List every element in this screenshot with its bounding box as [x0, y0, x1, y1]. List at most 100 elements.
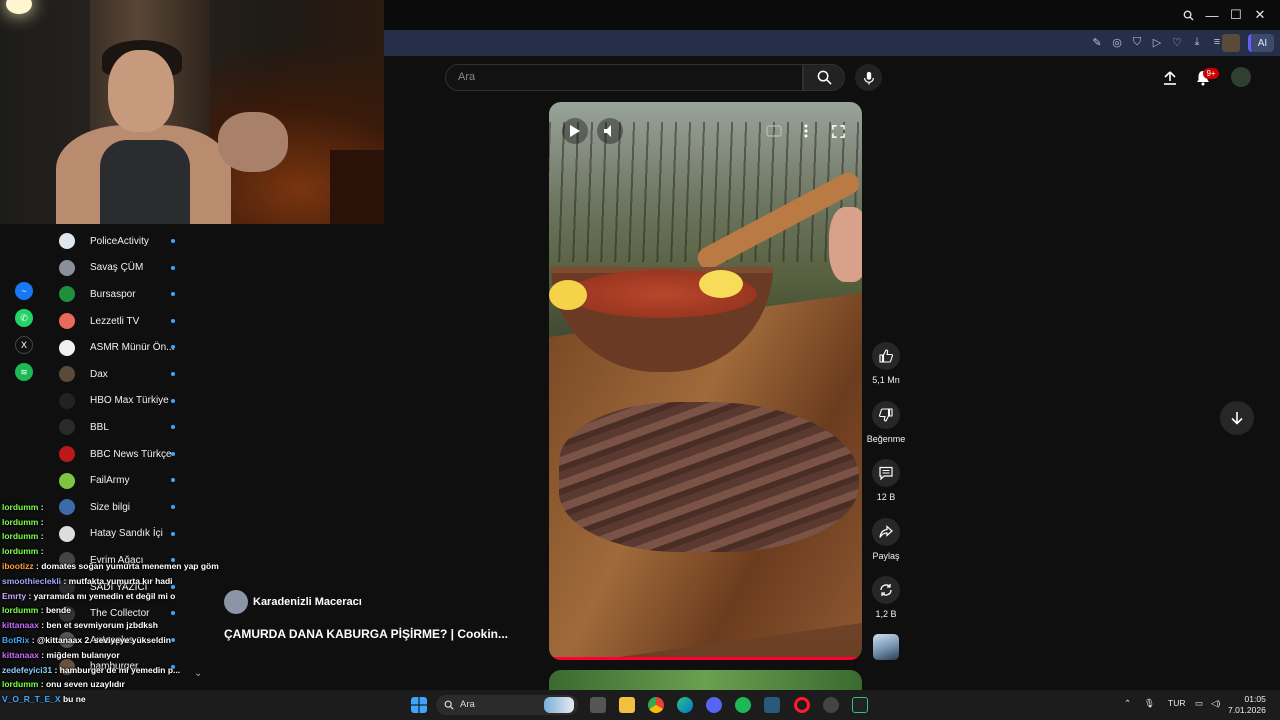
chat-username: lordumm [2, 679, 39, 690]
search-icon [444, 700, 454, 710]
browser-titlebar: — ☐ ✕ [384, 0, 1280, 30]
remix-button[interactable]: 1,2 B [866, 576, 906, 619]
subscription-name: Dax [90, 368, 108, 380]
like-button[interactable]: 5,1 Mn [866, 342, 906, 385]
chat-message: lordumm : [2, 529, 242, 544]
search-input[interactable]: Ara [445, 64, 803, 91]
extension-avatar[interactable] [1222, 34, 1240, 52]
play-button[interactable] [562, 118, 588, 144]
subscription-item[interactable]: HBO Max Türkiye [50, 388, 190, 415]
chat-message: lordumm : [2, 544, 242, 559]
subscription-name: PoliceActivity [90, 235, 149, 247]
account-avatar[interactable] [1231, 67, 1251, 87]
subscription-item[interactable]: Savaş ÇÜM [50, 255, 190, 282]
heart-icon[interactable]: ♡ [1170, 35, 1184, 49]
thumbs-up-icon [879, 349, 893, 363]
language-indicator[interactable]: TUR [1168, 698, 1185, 708]
thumbs-down-icon [879, 408, 893, 422]
chrome-icon[interactable] [648, 697, 664, 713]
volume-tray-icon[interactable]: ◁) [1211, 698, 1220, 709]
chat-text: : miğdem bulanıyor [41, 649, 120, 660]
next-video-button[interactable] [1220, 401, 1254, 435]
network-icon[interactable]: ▭ [1195, 698, 1203, 709]
remix-count: 1,2 B [875, 609, 897, 619]
task-view-icon[interactable] [590, 697, 606, 713]
whatsapp-icon[interactable]: ✆ [15, 309, 33, 327]
search-icon [817, 70, 832, 85]
shield-icon[interactable]: ⛉ [1130, 35, 1144, 49]
video-title[interactable]: ÇAMURDA DANA KABURGA PİŞİRME? | Cookin..… [224, 627, 508, 641]
maximize-button[interactable]: ☐ [1224, 0, 1248, 30]
channel-name[interactable]: Karadenizli Maceracı [253, 596, 362, 608]
volume-button[interactable] [597, 118, 623, 144]
dislike-button[interactable]: Beğenme [866, 401, 906, 444]
shorts-player[interactable] [549, 102, 862, 660]
camera-icon[interactable]: ◎ [1110, 35, 1124, 49]
search-button[interactable] [803, 64, 845, 91]
play-icon[interactable]: ▷ [1150, 35, 1164, 49]
progress-bar[interactable] [549, 657, 862, 660]
new-content-dot [171, 451, 175, 456]
tray-chevron-icon[interactable]: ⌃ [1124, 698, 1131, 709]
volume-icon [604, 125, 611, 137]
steam-icon[interactable] [764, 697, 780, 713]
voice-search-button[interactable] [855, 64, 882, 91]
microphone-tray-icon[interactable]: 🎙 [1144, 698, 1155, 709]
opera-icon[interactable] [794, 697, 810, 713]
comments-button[interactable]: 12 B [866, 459, 906, 502]
app-icon[interactable] [852, 697, 868, 713]
chat-text: : [40, 516, 44, 527]
channel-avatar [59, 286, 75, 303]
captions-icon[interactable] [761, 118, 787, 144]
edge-icon[interactable] [677, 697, 693, 713]
chat-username: kittanaax [2, 649, 39, 660]
share-button[interactable]: Paylaş [866, 518, 906, 561]
subscription-item[interactable]: BBL [50, 414, 190, 441]
subscription-name: BBL [90, 421, 109, 433]
upload-icon[interactable] [1162, 70, 1178, 86]
chat-message: kittanaax : miğdem bulanıyor [2, 648, 242, 663]
messenger-icon[interactable]: ~ [15, 282, 33, 300]
clock[interactable]: 01:05 7.01.2026 [1228, 694, 1266, 716]
chat-username: lordumm [2, 605, 39, 616]
ai-button[interactable]: AI [1248, 34, 1274, 52]
subscription-item[interactable]: Dax [50, 361, 190, 388]
subscription-item[interactable]: PoliceActivity [50, 228, 190, 255]
taskbar-search[interactable]: Ara [436, 695, 578, 715]
sidebar-app-strip: ~ ✆ X ≋ [10, 282, 38, 390]
spotify-icon[interactable] [735, 697, 751, 713]
subscription-item[interactable]: BBC News Türkçe [50, 441, 190, 468]
channel-avatar[interactable] [224, 590, 248, 614]
chat-username: smoothieclekli [2, 575, 62, 586]
spotify-icon[interactable]: ≋ [15, 363, 33, 381]
minimize-button[interactable]: — [1200, 0, 1224, 30]
chat-message: BotRix : @kittanaax 2. seviyeye yükseldi… [2, 633, 242, 648]
channel-avatar [59, 233, 75, 250]
sound-thumbnail[interactable] [873, 634, 899, 660]
chat-username: lordumm [2, 546, 39, 557]
arrow-down-icon [1231, 412, 1243, 425]
discord-icon[interactable] [706, 697, 722, 713]
share-label: Paylaş [872, 551, 900, 561]
next-short-preview[interactable] [549, 670, 862, 690]
subscription-item[interactable]: ASMR Münür Ön... [50, 334, 190, 361]
chat-username: ibootizz [2, 560, 34, 571]
obs-icon[interactable] [823, 697, 839, 713]
search-tabs-icon[interactable] [1176, 0, 1200, 30]
x-icon[interactable]: X [15, 336, 33, 354]
subscription-item[interactable]: Lezzetli TV [50, 308, 190, 335]
edit-icon[interactable]: ✎ [1090, 35, 1104, 49]
fullscreen-icon[interactable] [825, 118, 851, 144]
chat-text: : [40, 531, 44, 542]
share-icon [879, 525, 893, 538]
close-button[interactable]: ✕ [1248, 0, 1272, 30]
download-icon[interactable]: ⤓ [1190, 35, 1204, 49]
notification-badge: 9+ [1203, 68, 1219, 79]
chat-message [2, 485, 242, 500]
subscription-item[interactable]: Bursaspor [50, 281, 190, 308]
chat-message: lordumm : [2, 515, 242, 530]
windows-start-icon[interactable] [411, 697, 427, 713]
file-explorer-icon[interactable] [619, 697, 635, 713]
chat-text: : onu seven uzaylıdır [40, 679, 125, 690]
more-options-icon[interactable] [793, 118, 819, 144]
